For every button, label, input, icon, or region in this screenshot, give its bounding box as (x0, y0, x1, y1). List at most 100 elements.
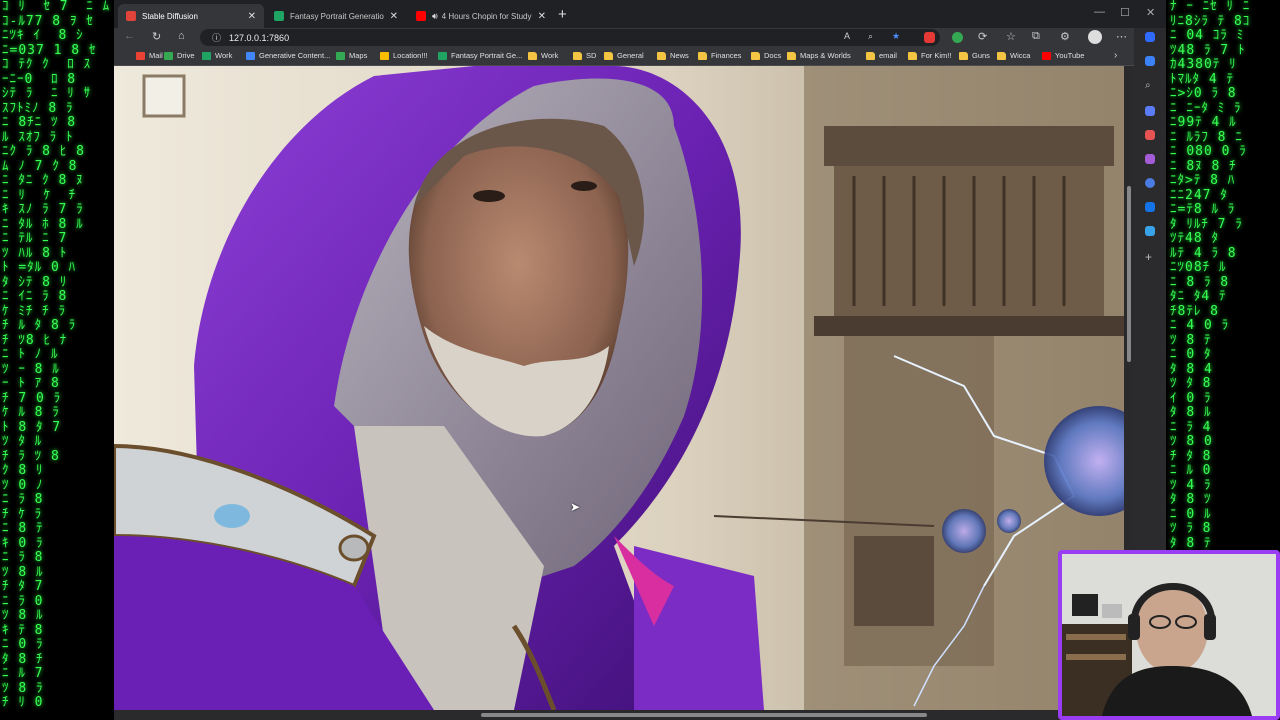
bookmarks-bar: Mail Drive Work Generative Content... Maps Lo… (114, 47, 1166, 66)
tab-stable-diffusion[interactable]: Stable Diffusion ✕ (118, 4, 264, 28)
chevron-right-icon[interactable]: › (1114, 50, 1117, 61)
horizontal-scrollbar[interactable] (114, 710, 1124, 720)
minimize-button[interactable]: — (1094, 6, 1105, 18)
matrix-line: ﾙﾃ 4 ﾗ 8 (1170, 245, 1237, 261)
matrix-line: ﾆ ﾃﾙ ﾆ 7 (2, 231, 68, 246)
vertical-scrollbar[interactable] (1124, 66, 1134, 550)
adblock-icon[interactable] (924, 32, 935, 43)
notification-icon[interactable] (1145, 56, 1155, 66)
back-icon[interactable]: ← (124, 30, 135, 42)
close-tab-icon[interactable]: ✕ (538, 11, 546, 22)
matrix-line: ﾆﾀ>ﾃ 8 ﾊ (1170, 173, 1236, 188)
bookmark-wicca[interactable]: Wicca (997, 51, 1030, 60)
bookmark-general[interactable]: General (604, 51, 644, 60)
matrix-line: ﾀ ﾘﾙﾁ 7 ﾗ (1170, 216, 1243, 232)
extension-icon[interactable] (952, 32, 963, 43)
matrix-line: ﾂ 8 ﾙ (2, 608, 44, 623)
games-icon[interactable] (1145, 154, 1155, 164)
bookmark-for-kim[interactable]: For Kim!! (908, 51, 951, 60)
matrix-line: ﾁ ｹ ﾗ (2, 506, 43, 522)
tab-fantasy-portrait[interactable]: Fantasy Portrait Generation - Go ✕ (266, 4, 406, 28)
bookmark-drive[interactable]: Drive (164, 51, 195, 60)
matrix-line: ﾂ ﾀ 8 (1170, 376, 1212, 391)
matrix-line: ﾆ 080 0 ﾗ (1170, 144, 1247, 159)
search-icon[interactable]: ⌕ (1145, 80, 1155, 91)
bookmark-mail[interactable]: Mail (136, 51, 163, 60)
matrix-line: ﾆ ﾆｰﾀ ﾐ ﾗ (1170, 100, 1242, 116)
refresh-extension-icon[interactable]: ⟳ (978, 30, 987, 43)
matrix-line: ｷ ﾃ 8 (2, 622, 44, 638)
maximize-button[interactable]: ☐ (1120, 6, 1130, 19)
matrix-line: ﾁ 7 0 ﾗ (2, 390, 62, 406)
speaker-icon[interactable]: 🔊︎ (432, 11, 438, 22)
site-info-icon[interactable]: ⓘ (212, 31, 221, 44)
bookmark-generative-content[interactable]: Generative Content... (246, 51, 330, 60)
favorites-icon[interactable]: ☆ (1006, 30, 1016, 43)
matrix-rain-left: ｺ ﾘ ｾ 7 ﾆ ﾑｺ-ﾙ77 8 ｦ ｾﾆﾂｷ ｲ 8 ｼﾆ=037 1 8… (0, 0, 114, 720)
bookmark-label: Finances (711, 51, 742, 60)
matrix-line: ﾘﾆ8ｼﾗ ﾃ 8ｺ (1170, 13, 1251, 29)
matrix-line: ﾁ ﾀ 8 (1170, 448, 1212, 464)
bookmark-fantasy-portrait-ge[interactable]: Fantasy Portrait Ge... (438, 51, 522, 60)
tools-icon[interactable] (1145, 130, 1155, 140)
matrix-line: ﾀ ｼﾃ 8 ﾘ (2, 274, 68, 290)
extensions-icon[interactable]: ⚙ (1060, 30, 1070, 43)
bookmark-label: Generative Content... (259, 51, 331, 60)
matrix-line: ﾁ ﾂ8 ﾋ ﾅ (2, 332, 68, 348)
matrix-line: ﾀ 8 ﾂ (1170, 492, 1212, 507)
matrix-line: ﾆ ｲﾆ ﾗ 8 (2, 289, 68, 304)
bookmark-maps[interactable]: Maps (336, 51, 367, 60)
close-tab-icon[interactable]: ✕ (248, 11, 256, 22)
office-icon[interactable] (1145, 178, 1155, 188)
bookmark-label: Location!!! (393, 51, 428, 60)
bookmark-label: Work (541, 51, 559, 60)
zoom-icon[interactable]: ⌕ (868, 31, 873, 42)
scroll-thumb[interactable] (481, 713, 927, 717)
matrix-line: ﾂ48 ﾗ 7 ﾄ (1170, 42, 1246, 58)
matrix-line: ﾂ ﾀ ﾙ (2, 434, 43, 449)
reload-icon[interactable]: ↻ (152, 30, 161, 43)
matrix-line: ﾁ ﾘ 0 (2, 695, 44, 710)
read-aloud-icon[interactable]: A (844, 31, 850, 41)
add-sidebar-app-icon[interactable]: + (1145, 250, 1152, 264)
send-icon[interactable] (1145, 226, 1155, 236)
new-tab-button[interactable]: + (558, 6, 567, 23)
matrix-line: ｷ 0 ﾗ (2, 535, 44, 551)
bookmark-email[interactable]: email (866, 51, 897, 60)
folder-icon (997, 51, 1006, 60)
bookmark-news[interactable]: News (657, 51, 689, 60)
bookmark-label: Fantasy Portrait Ge... (451, 51, 523, 60)
favorite-star-icon[interactable]: ★ (892, 31, 900, 42)
outlook-icon[interactable] (1145, 202, 1155, 212)
address-bar[interactable]: ⓘ 127.0.0.1:7860 A ⌕ ★ (200, 29, 940, 46)
bookmark-docs[interactable]: Docs (751, 51, 781, 60)
matrix-line: ｹ ﾙ 8 ﾗ (2, 405, 60, 420)
bookmark-guns[interactable]: Guns (959, 51, 990, 60)
bookmark-work[interactable]: Work (528, 51, 558, 60)
collections-icon[interactable]: ⧉ (1032, 30, 1040, 43)
tab-chopin[interactable]: 🔊︎ 4 Hours Chopin for Studying ✕ (408, 4, 554, 28)
bookmark-maps-worlds[interactable]: Maps & Worlds (787, 51, 851, 60)
tab-title: Stable Diffusion (142, 11, 198, 21)
home-icon[interactable]: ⌂ (178, 30, 185, 42)
bookmark-label: Maps & Worlds (800, 51, 851, 60)
matrix-line: ﾂ 4 ﾗ (1170, 477, 1212, 493)
drive-icon (164, 51, 173, 60)
bookmark-youtube[interactable]: YouTube (1042, 51, 1084, 60)
shopping-icon[interactable] (1145, 106, 1155, 116)
bookmark-location[interactable]: Location!!! (380, 51, 428, 60)
bookmark-finances[interactable]: Finances (698, 51, 741, 60)
matrix-line: ｺ-ﾙ77 8 ｦ ｾ (2, 13, 94, 29)
bookmark-sd[interactable]: SD (573, 51, 596, 60)
matrix-line: ｸ 8 ﾘ (2, 463, 44, 478)
profile-avatar[interactable] (1088, 30, 1102, 44)
more-menu-icon[interactable]: ⋯ (1116, 30, 1127, 43)
close-window-button[interactable]: ✕ (1146, 6, 1155, 19)
bookmark-label: Maps (349, 51, 368, 60)
bing-chat-icon[interactable] (1145, 32, 1155, 42)
bookmark-work[interactable]: Work (202, 51, 232, 60)
close-tab-icon[interactable]: ✕ (390, 11, 398, 22)
bookmark-label: Work (215, 51, 233, 60)
matrix-line: ﾀ 8 ﾃ (1170, 535, 1212, 551)
scroll-thumb[interactable] (1127, 186, 1131, 362)
